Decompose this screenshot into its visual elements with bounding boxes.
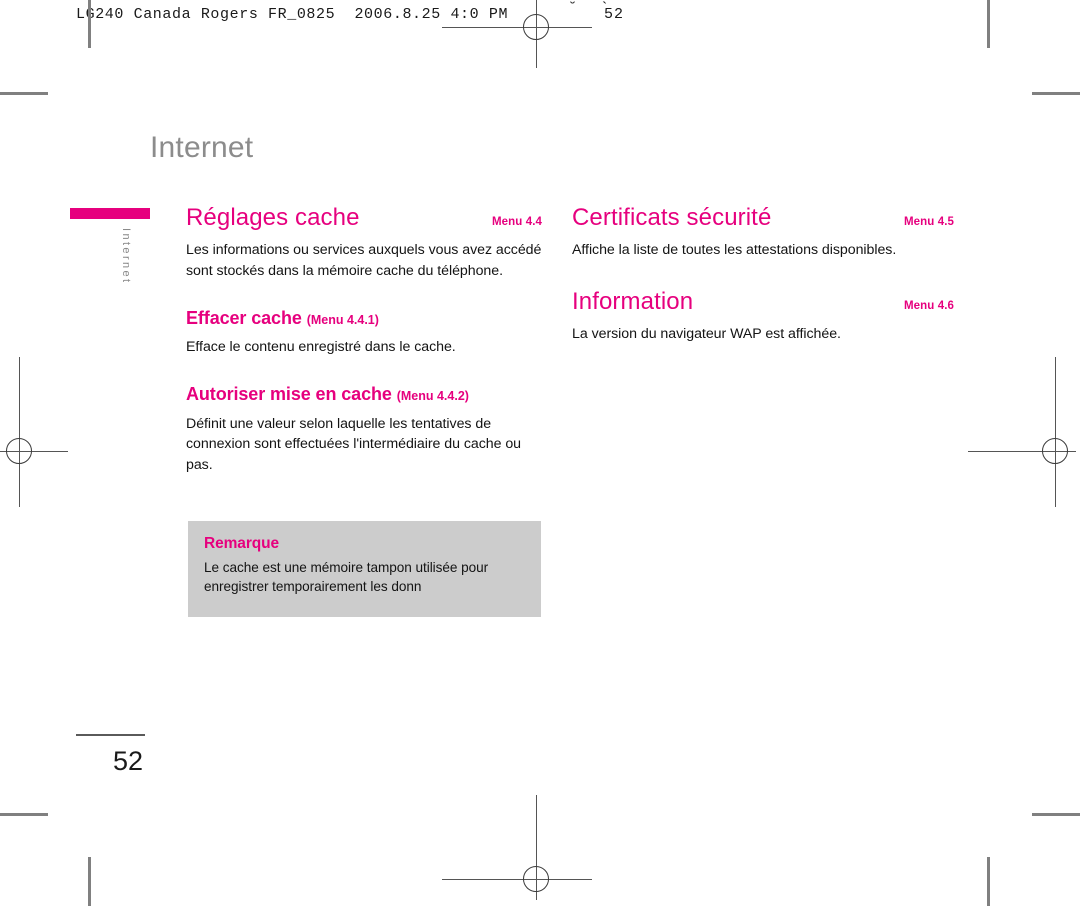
section-body-text: La version du navigateur WAP est affiché… (572, 326, 841, 343)
crop-mark-bottom-left-horizontal (0, 813, 48, 816)
crop-mark-bottom-right-vertical (987, 857, 990, 906)
section-heading-text: Certificats sécurité (572, 204, 772, 231)
page-title: Internet (150, 131, 254, 164)
subsection-heading-autoriser-mise-en-cache: Autoriser mise en cache (Menu 4.4.2) (186, 384, 542, 405)
print-slug-text: LG240 Canada Rogers FR_0825 2006.8.25 4:… (76, 6, 509, 23)
crop-mark-top-right-vertical (987, 0, 990, 48)
crop-mark-top-left-vertical (88, 0, 91, 48)
menu-reference: Menu 4.4 (491, 215, 542, 228)
sidebar-chapter-label: Internet (120, 228, 132, 285)
section-heading-text: Réglages cache (186, 204, 360, 231)
crop-mark-top-right-horizontal (1032, 92, 1080, 95)
content-column-right: Certificats sécurité Menu 4.5 Affiche la… (572, 204, 954, 345)
note-title: Remarque (204, 535, 280, 552)
document-page: LG240 Canada Rogers FR_0825 2006.8.25 4:… (0, 0, 1080, 906)
registration-mark-right (968, 357, 1080, 507)
section-body-text: Les informations ou services auxquels vo… (186, 242, 542, 279)
section-heading-information: Information Menu 4.6 (572, 287, 954, 315)
crop-mark-bottom-right-horizontal (1032, 813, 1080, 816)
subsection-heading-text: Autoriser mise en cache (186, 383, 392, 404)
subsection-body-text: Définit une valeur selon laquelle les te… (186, 415, 521, 473)
section-heading-text: Information (572, 287, 694, 315)
page-number: 52 (113, 746, 144, 776)
note-body-text: Le cache est une mémoire tampon utilisée… (204, 560, 489, 595)
registration-mark-bottom (442, 795, 592, 906)
footer-divider (76, 734, 145, 736)
subsection-menu-reference: (Menu 4.4.2) (396, 388, 469, 403)
print-slug-page-number: 52 (604, 6, 625, 23)
sidebar-chapter-marker (70, 208, 150, 219)
note-callout-box: Remarque Le cache est une mémoire tampon… (188, 521, 541, 617)
subsection-heading-effacer-cache: Effacer cache (Menu 4.4.1) (186, 308, 542, 329)
content-column-left: Réglages cache Menu 4.4 Les informations… (186, 204, 542, 475)
subsection-heading-text: Effacer cache (186, 307, 302, 328)
menu-reference: Menu 4.5 (903, 215, 954, 228)
crop-mark-top-left-horizontal (0, 92, 48, 95)
subsection-body-text: Efface le contenu enregistré dans le cac… (186, 339, 456, 356)
registration-mark-top (442, 0, 592, 68)
section-heading-reglages-cache: Réglages cache Menu 4.4 (186, 204, 542, 231)
crop-mark-bottom-left-vertical (88, 857, 91, 906)
menu-reference: Menu 4.6 (903, 299, 954, 312)
section-body-text: Affiche la liste de toutes les attestati… (572, 242, 897, 259)
subsection-menu-reference: (Menu 4.4.1) (306, 312, 379, 327)
section-heading-certificats-securite: Certificats sécurité Menu 4.5 (572, 204, 954, 231)
registration-mark-left (0, 357, 68, 507)
